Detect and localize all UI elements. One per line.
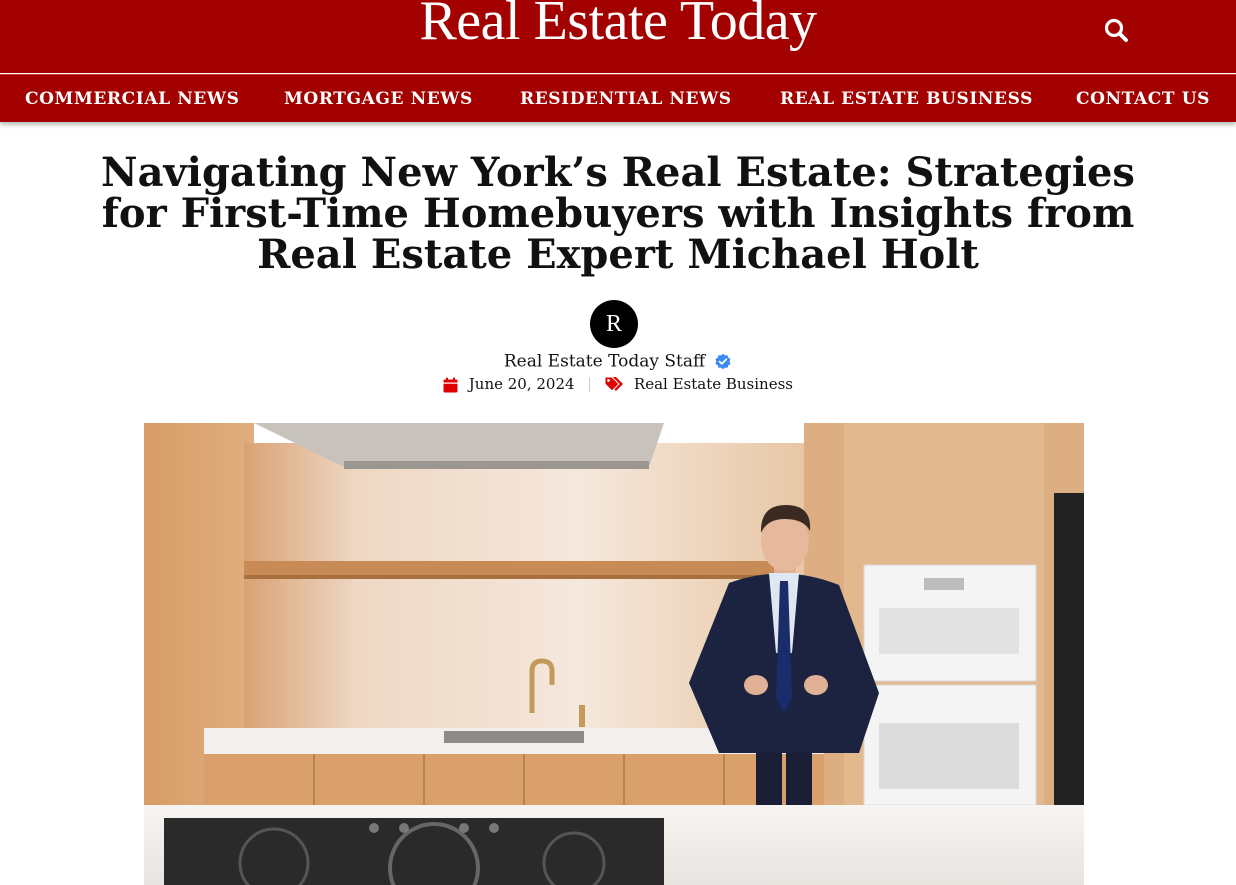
search-icon[interactable] [1102,16,1130,44]
article-meta: June 20, 2024 Real Estate Business [0,374,1236,393]
author-avatar[interactable]: R [590,300,638,348]
article-category[interactable]: Real Estate Business [634,375,793,393]
calendar-icon [443,375,463,393]
meta-divider [589,376,591,392]
main-nav: COMMERCIAL NEWS MORTGAGE NEWS RESIDENTIA… [0,74,1236,122]
site-header: Real Estate Today [0,0,1236,73]
article-date[interactable]: June 20, 2024 [469,375,575,393]
tags-icon [604,375,630,393]
nav-item-commercial-news[interactable]: COMMERCIAL NEWS [25,75,239,123]
nav-item-mortgage-news[interactable]: MORTGAGE NEWS [284,75,473,123]
author-row: Real Estate Today Staff [0,351,1236,372]
nav-item-residential-news[interactable]: RESIDENTIAL NEWS [520,75,732,123]
author-name[interactable]: Real Estate Today Staff [504,352,705,372]
nav-item-contact-us[interactable]: CONTACT US [1076,75,1210,123]
nav-item-real-estate-business[interactable]: REAL ESTATE BUSINESS [780,75,1033,123]
article-title: Navigating New York’s Real Estate: Strat… [101,149,1135,278]
hero-image [144,423,1084,885]
site-logo[interactable]: Real Estate Today [0,0,1236,56]
verified-badge-icon [714,353,732,371]
